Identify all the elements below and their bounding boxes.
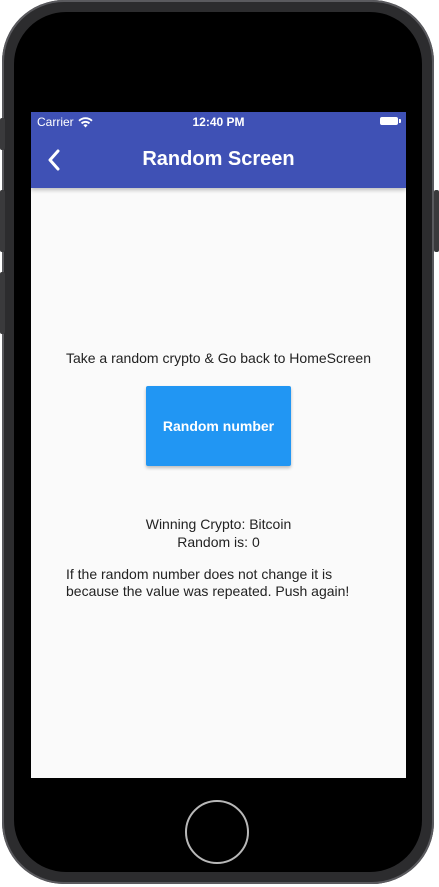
app-screen: Carrier 12:40 PM Random Screen Take a ra… <box>31 112 406 778</box>
page-title: Random Screen <box>142 148 295 170</box>
instruction-text: Take a random crypto & Go back to HomeSc… <box>65 350 372 366</box>
battery-icon <box>380 117 401 125</box>
side-button-volume-down <box>0 272 5 334</box>
main-content: Take a random crypto & Go back to HomeSc… <box>31 188 406 778</box>
status-time: 12:40 PM <box>192 115 245 129</box>
side-button-volume-up <box>0 190 5 252</box>
side-button-mute <box>0 118 5 150</box>
random-number-button[interactable]: Random number <box>146 386 291 466</box>
winning-crypto-text: Winning Crypto: Bitcoin <box>145 516 292 532</box>
status-bar: Carrier 12:40 PM <box>31 112 406 132</box>
random-value-text: Random is: 0 <box>177 534 260 550</box>
repeat-note-text: If the random number does not change it … <box>66 566 350 599</box>
side-button-power <box>434 190 439 252</box>
app-bar: Carrier 12:40 PM Random Screen <box>31 112 406 188</box>
home-button[interactable] <box>185 800 249 864</box>
